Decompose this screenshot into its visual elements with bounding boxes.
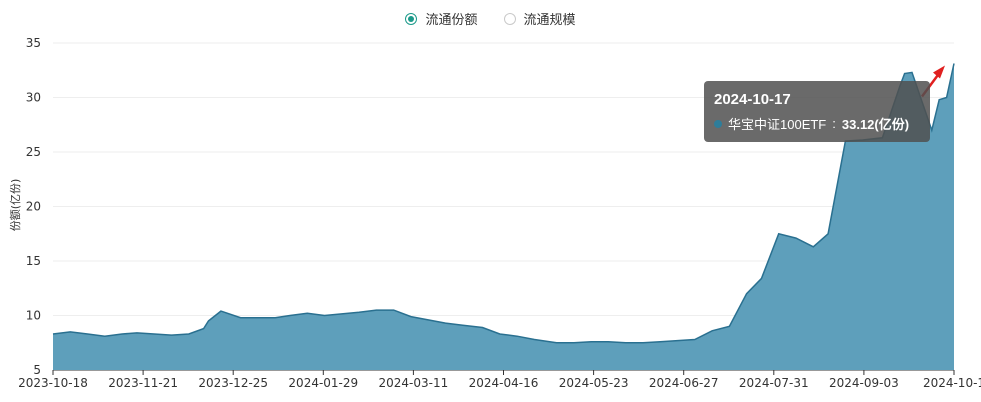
y-axis: 5 10 15 20 25 30 35 xyxy=(26,36,41,377)
y-tick-label: 25 xyxy=(26,145,41,159)
y-tick-label: 20 xyxy=(26,200,41,214)
radio-selected-icon[interactable] xyxy=(405,12,418,25)
x-tick-label: 2023-10-18 xyxy=(18,376,88,390)
y-axis-label: 份额(亿份) xyxy=(9,179,22,232)
x-tick-label: 2024-01-29 xyxy=(288,376,358,390)
legend-label-share: 流通份额 xyxy=(425,13,478,28)
tooltip-date: 2024-10-17 xyxy=(714,91,791,108)
y-tick-label: 15 xyxy=(26,254,41,268)
x-tick-label: 2024-06-27 xyxy=(649,376,719,390)
y-tick-label: 30 xyxy=(26,91,41,105)
x-tick-label: 2024-10-1 xyxy=(923,376,981,390)
x-tick-label: 2024-05-23 xyxy=(559,376,629,390)
y-tick-label: 35 xyxy=(26,36,41,50)
arrow-head-icon xyxy=(933,65,945,79)
legend-label-scale: 流通规模 xyxy=(523,13,576,28)
data-tooltip: 2024-10-17 华宝中证100ETF: 33.12(亿份) xyxy=(704,81,930,142)
legend-item-share[interactable]: 流通份额 xyxy=(405,9,478,28)
x-tick-label: 2024-04-16 xyxy=(469,376,539,390)
series-dot-icon xyxy=(714,119,722,128)
tooltip-value: 33.12(亿份) xyxy=(841,117,910,132)
x-axis: 2023-10-18 2023-11-21 2023-12-25 2024-01-29… xyxy=(18,369,981,390)
radio-unselected-icon[interactable] xyxy=(503,12,516,25)
legend: 流通份额 流通规模 xyxy=(0,9,981,28)
x-tick-label: 2024-03-11 xyxy=(379,376,449,390)
tooltip-row: 华宝中证100ETF: 33.12(亿份) xyxy=(714,114,920,133)
share-area-chart: 5101520253035 2023-10-18 2023-11-21 2023-1… xyxy=(9,36,981,390)
x-tick-label: 2024-07-31 xyxy=(739,376,809,390)
legend-item-scale[interactable]: 流通规模 xyxy=(503,9,576,28)
x-tick-label: 2023-11-21 xyxy=(108,376,178,390)
x-tick-label: 2024-09-03 xyxy=(829,376,899,390)
tooltip-series-name: 华宝中证100ETF xyxy=(728,117,827,132)
y-tick-label: 10 xyxy=(26,309,41,323)
x-tick-label: 2023-12-25 xyxy=(198,376,268,390)
y-tick-label: 5 xyxy=(33,363,41,377)
